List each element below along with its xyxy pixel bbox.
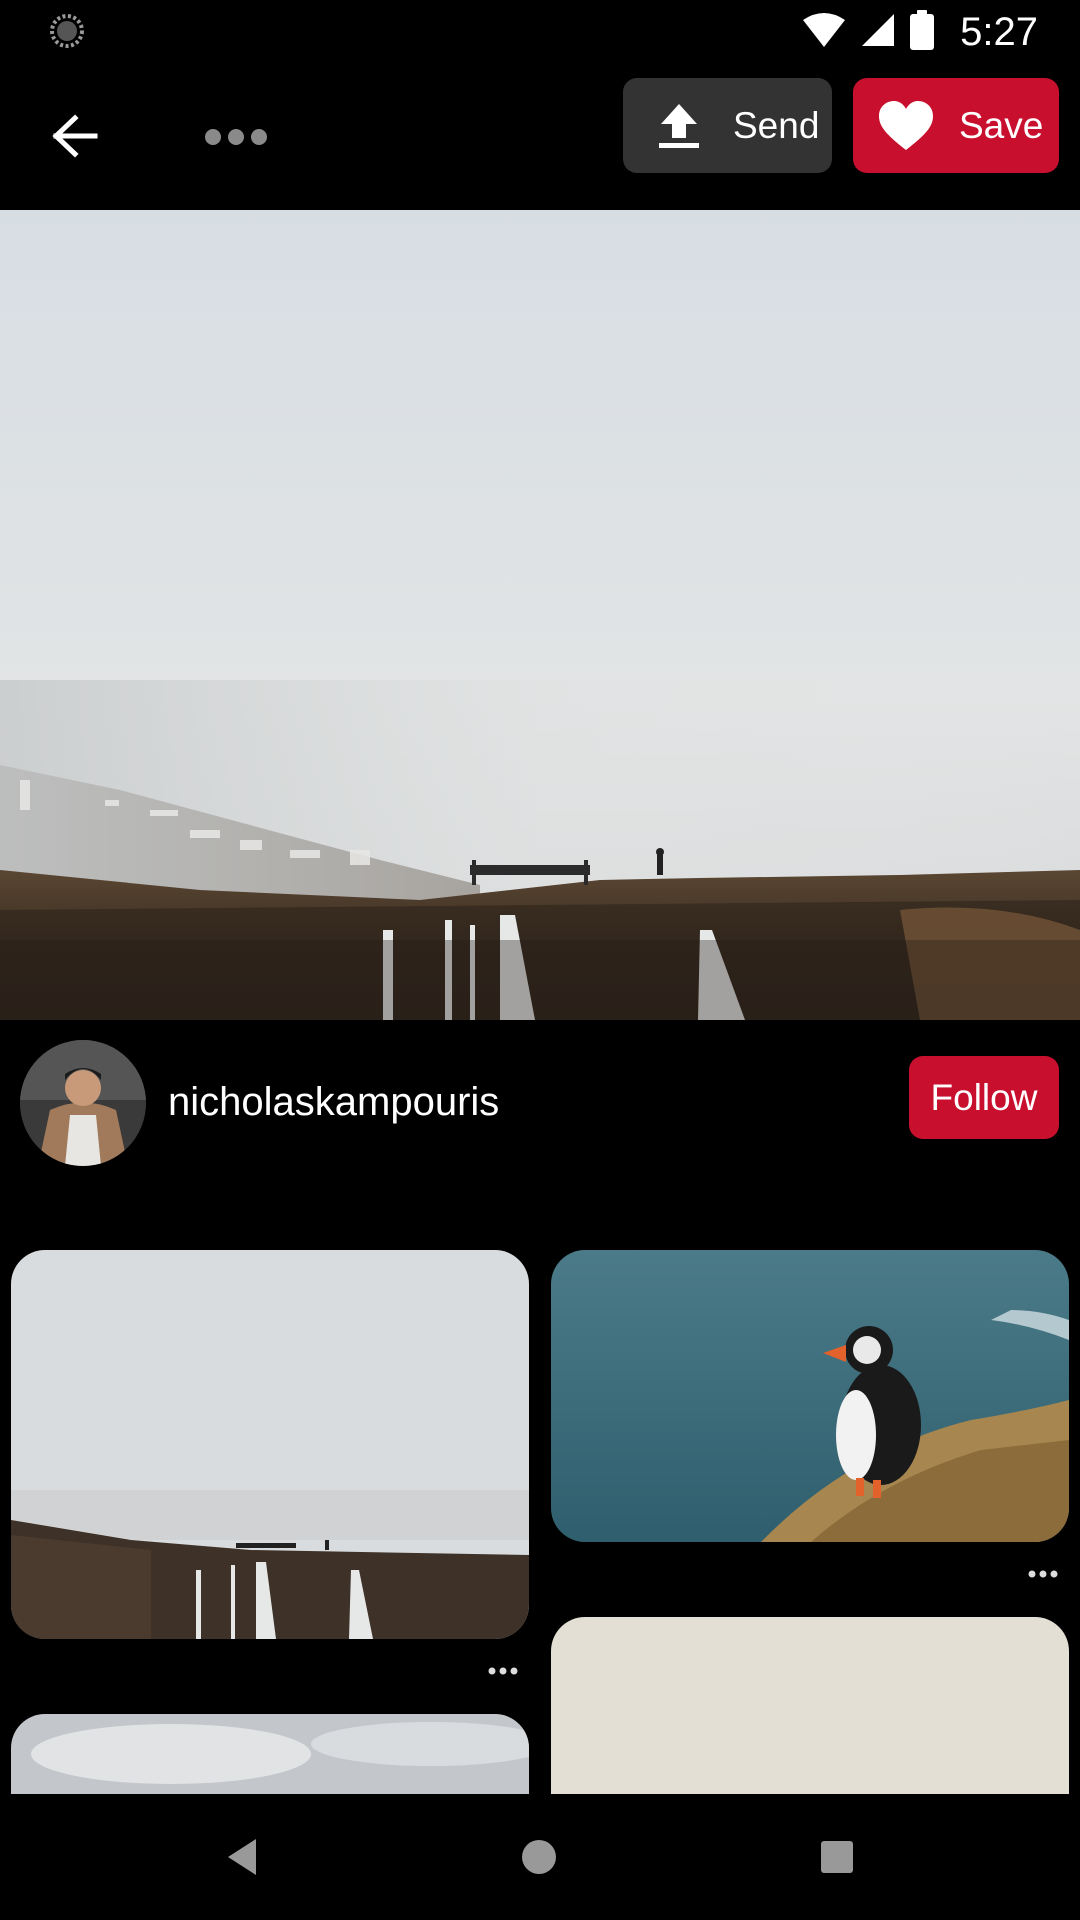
more-dots-icon [488,1667,518,1675]
upload-icon [653,100,705,152]
avatar[interactable] [20,1040,146,1166]
send-button[interactable]: Send [623,78,832,173]
loading-spinner-icon [49,13,85,49]
status-icons: 5:27 [802,8,1038,56]
author-row: nicholaskampouris Follow [0,1020,1080,1190]
save-button[interactable]: Save [853,78,1059,173]
author-name[interactable]: nicholaskampouris [168,1080,499,1125]
nav-back-button[interactable] [212,1827,272,1887]
nav-back-icon [228,1839,256,1875]
wifi-icon [802,12,846,53]
more-dots-icon [1028,1570,1058,1578]
more-dots-icon [205,129,267,145]
nav-recents-button[interactable] [807,1827,867,1887]
related-pin-card[interactable] [11,1714,529,1794]
arrow-left-icon [52,114,98,158]
status-bar: 5:27 [0,0,1080,63]
pin-more-button[interactable] [478,1659,528,1683]
pin-image[interactable] [0,210,1080,1020]
heart-icon [877,100,935,152]
follow-button[interactable]: Follow [909,1056,1059,1139]
nav-home-button[interactable] [509,1827,569,1887]
cellular-signal-icon [860,12,896,53]
pin-toolbar: Send Save [0,63,1080,210]
send-label: Send [733,104,820,146]
status-time: 5:27 [960,9,1038,54]
pin-more-button[interactable] [1018,1562,1068,1586]
related-pin-card[interactable] [551,1250,1069,1542]
save-label: Save [959,104,1044,146]
back-button[interactable] [40,108,110,164]
battery-icon [910,9,935,55]
nav-recents-icon [821,1841,853,1873]
related-pin-card[interactable] [11,1250,529,1639]
related-pin-card[interactable] [551,1617,1069,1794]
more-options-button[interactable] [196,115,276,159]
system-nav-bar [0,1794,1080,1920]
nav-home-icon [522,1840,556,1874]
